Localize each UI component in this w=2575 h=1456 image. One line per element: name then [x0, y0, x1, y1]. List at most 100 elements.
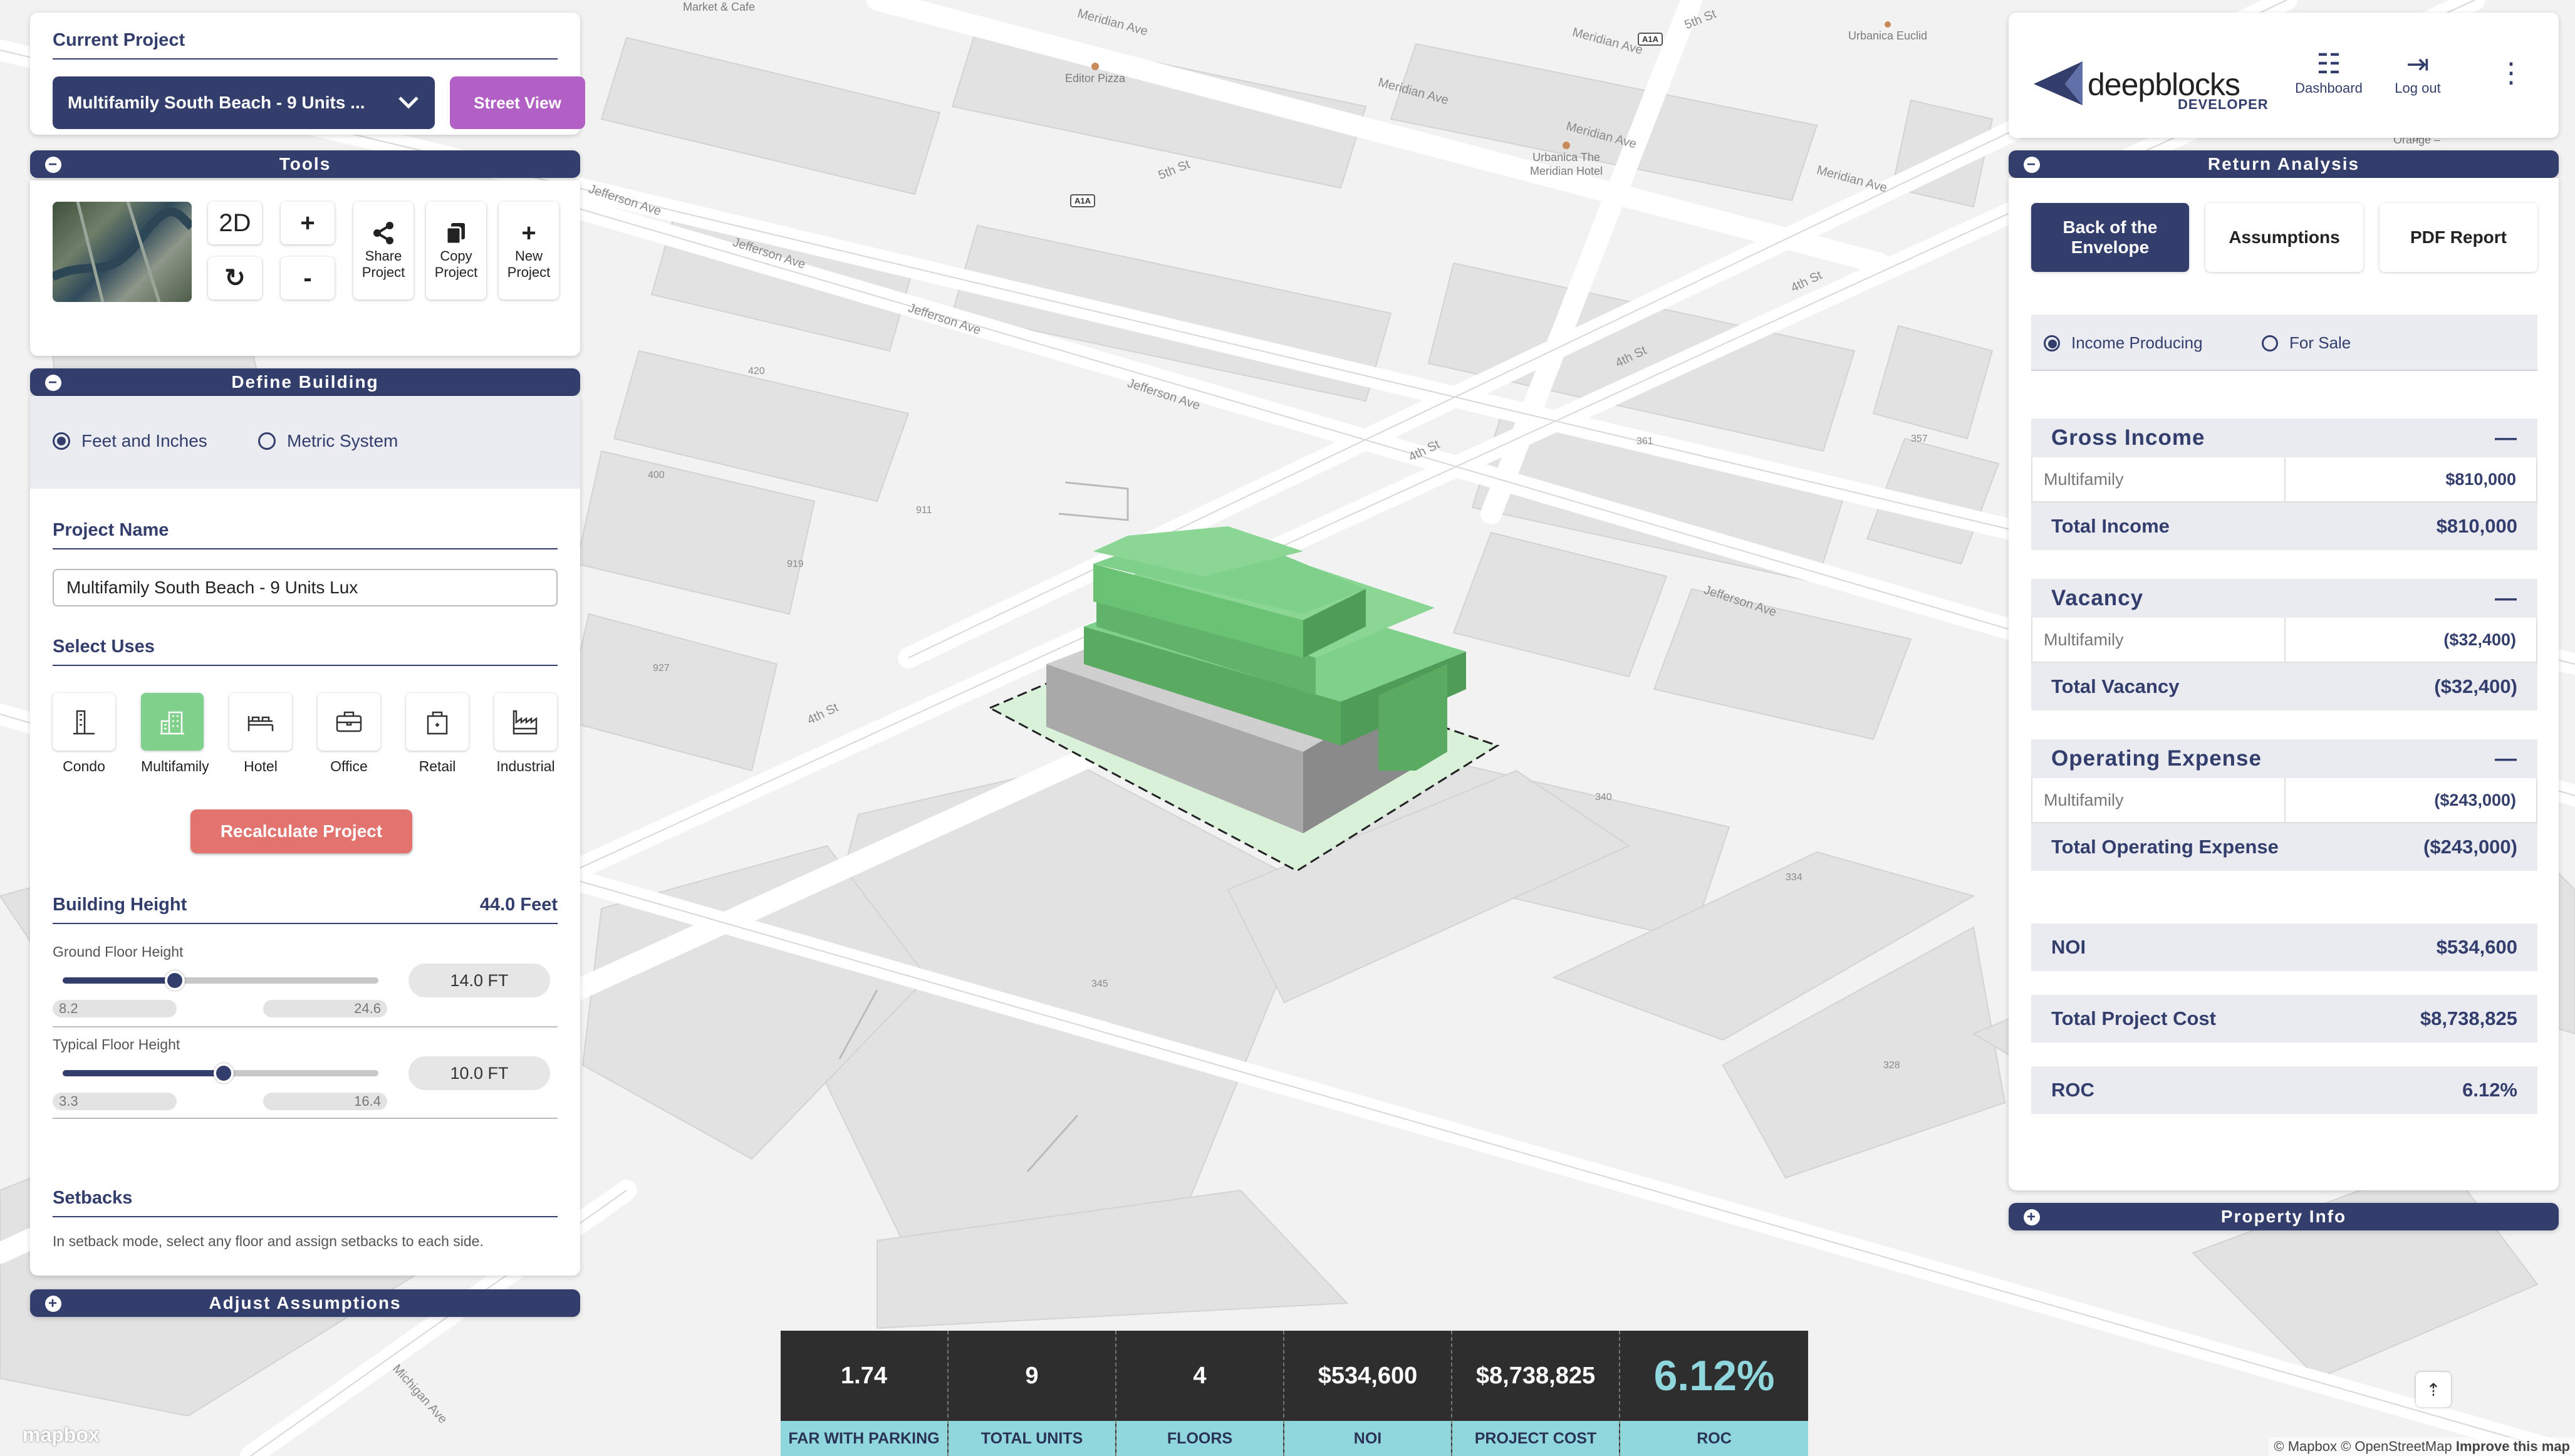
typical-floor-value[interactable]: 10.0 FT [408, 1056, 550, 1090]
define-building-header[interactable]: − Define Building [30, 368, 580, 396]
expand-icon[interactable]: + [45, 1296, 61, 1312]
briefcase-icon [336, 711, 362, 732]
ground-floor-value[interactable]: 14.0 FT [408, 964, 550, 997]
street-view-button[interactable]: Street View [450, 76, 585, 129]
section-header[interactable]: Gross Income — [2031, 419, 2537, 457]
project-name-input[interactable]: Multifamily South Beach - 9 Units Lux [53, 569, 558, 606]
stat-floors: 4 FLOORS [1116, 1331, 1284, 1456]
use-office[interactable]: Office [318, 693, 380, 775]
radio-metric[interactable]: Metric System [258, 431, 398, 451]
route-shield: A1A [1070, 194, 1096, 207]
section-title: Operating Expense [2051, 746, 2262, 771]
return-analysis-header[interactable]: − Return Analysis [2009, 150, 2559, 178]
row-value[interactable]: ($32,400) [2286, 618, 2536, 662]
radio-income-producing[interactable]: Income Producing [2044, 333, 2203, 353]
use-label: Hotel [244, 758, 278, 774]
radio-label: Metric System [287, 431, 398, 450]
copy-project-button[interactable]: Copy Project [426, 202, 486, 299]
parcel-number: 357 [1911, 434, 1928, 444]
parcel-number: 420 [748, 366, 765, 377]
property-info-header[interactable]: + Property Info [2009, 1203, 2559, 1230]
collapse-icon[interactable]: − [2024, 157, 2040, 173]
new-project-button[interactable]: + New Project [499, 202, 559, 299]
collapse-icon[interactable]: — [2495, 746, 2517, 771]
use-condo[interactable]: Condo [53, 693, 115, 775]
use-multifamily[interactable]: Multifamily [141, 693, 209, 775]
section-header[interactable]: Vacancy — [2031, 579, 2537, 618]
mode-2d-label: 2D [219, 209, 251, 237]
typical-floor-min: 3.3 [53, 1093, 177, 1110]
section-title: Vacancy [2051, 586, 2144, 610]
use-retail[interactable]: Retail [406, 693, 469, 775]
dashboard-button[interactable]: ☷ Dashboard [2288, 49, 2370, 96]
poi-urbanica-euclid[interactable]: Urbanica Euclid [1848, 21, 1927, 43]
ground-floor-slider[interactable] [63, 970, 378, 991]
share-project-button[interactable]: Share Project [353, 202, 414, 299]
poi-market-cafe[interactable]: Market & Cafe [683, 0, 755, 14]
stat-label: TOTAL UNITS [949, 1421, 1115, 1456]
collapse-icon[interactable]: − [45, 157, 61, 173]
use-industrial[interactable]: Industrial [494, 693, 557, 775]
parcel-number: 345 [1091, 979, 1108, 989]
stat-noi: $534,600 NOI [1284, 1331, 1452, 1456]
row-value[interactable]: $810,000 [2286, 457, 2536, 501]
property-info-title: Property Info [2220, 1207, 2347, 1226]
tab-assumptions[interactable]: Assumptions [2205, 203, 2363, 272]
improve-map-link[interactable]: Improve this map [2456, 1438, 2570, 1454]
minus-icon: - [303, 264, 312, 292]
section-header[interactable]: Operating Expense — [2031, 739, 2537, 778]
stat-value: 1.74 [841, 1362, 887, 1389]
more-menu-button[interactable]: ⋮ [2497, 58, 2525, 89]
compass-icon[interactable]: ⇡ [2416, 1372, 2451, 1407]
collapse-icon[interactable]: − [45, 375, 61, 391]
share-icon [373, 222, 393, 244]
total-label: Total Operating Expense [2051, 836, 2279, 858]
more-vertical-icon: ⋮ [2497, 58, 2525, 88]
satellite-thumbnail[interactable] [53, 202, 192, 302]
typical-floor-slider[interactable] [63, 1063, 378, 1083]
row-value[interactable]: ($243,000) [2286, 778, 2536, 822]
roc-row: ROC 6.12% [2031, 1066, 2537, 1114]
use-hotel[interactable]: Hotel [229, 693, 292, 775]
collapse-icon[interactable]: — [2495, 586, 2517, 611]
tab-pdf-report[interactable]: PDF Report [2380, 203, 2537, 272]
noi-value: $534,600 [2436, 936, 2517, 958]
tools-header[interactable]: − Tools [30, 150, 580, 178]
vacancy-section: Vacancy — Multifamily ($32,400) Total Vaca… [2031, 579, 2537, 710]
logout-button[interactable]: ⇥ Log out [2383, 49, 2452, 96]
table-row: Multifamily ($32,400) [2031, 618, 2537, 663]
plus-icon: + [521, 219, 536, 247]
tab-back-of-envelope[interactable]: Back of the Envelope [2031, 203, 2189, 272]
condo-icon [73, 710, 95, 735]
radio-label: Income Producing [2071, 333, 2203, 352]
uses-grid: Condo Multifamily Hotel Office Retail In… [53, 693, 558, 774]
rotate-button[interactable]: ↻ [208, 257, 262, 299]
mode-2d-button[interactable]: 2D [208, 202, 262, 244]
slider-knob[interactable] [214, 1063, 234, 1083]
adjust-assumptions-header[interactable]: + Adjust Assumptions [30, 1289, 580, 1317]
typical-floor-label: Typical Floor Height [53, 1036, 180, 1053]
radio-checked-icon [2044, 335, 2060, 351]
radio-for-sale[interactable]: For Sale [2262, 333, 2351, 353]
use-tile [318, 693, 380, 751]
logout-label: Log out [2395, 80, 2441, 96]
shopping-bag-icon [427, 711, 448, 735]
stat-label: NOI [1284, 1421, 1451, 1456]
poi-urbanica-meridian[interactable]: Urbanica The Meridian Hotel [1516, 142, 1616, 178]
attribution-text: © Mapbox © OpenStreetMap [2274, 1438, 2452, 1454]
expand-icon[interactable]: + [2024, 1209, 2040, 1225]
divider [53, 1118, 558, 1119]
slider-knob[interactable] [164, 970, 185, 991]
recalculate-button[interactable]: Recalculate Project [190, 809, 412, 853]
use-tile [229, 693, 292, 751]
analysis-mode-row: Income Producing For Sale [2031, 315, 2537, 371]
project-select[interactable]: Multifamily South Beach - 9 Units ... [53, 76, 435, 129]
zoom-in-button[interactable]: + [281, 202, 335, 244]
section-title: Gross Income [2051, 425, 2205, 450]
copy-project-label: Copy Project [434, 248, 478, 280]
radio-feet-inches[interactable]: Feet and Inches [53, 431, 207, 451]
poi-editor-pizza[interactable]: Editor Pizza [1065, 63, 1125, 85]
zoom-out-button[interactable]: - [281, 257, 335, 299]
mapbox-logo[interactable]: mapbox [23, 1423, 100, 1447]
collapse-icon[interactable]: — [2495, 425, 2517, 450]
